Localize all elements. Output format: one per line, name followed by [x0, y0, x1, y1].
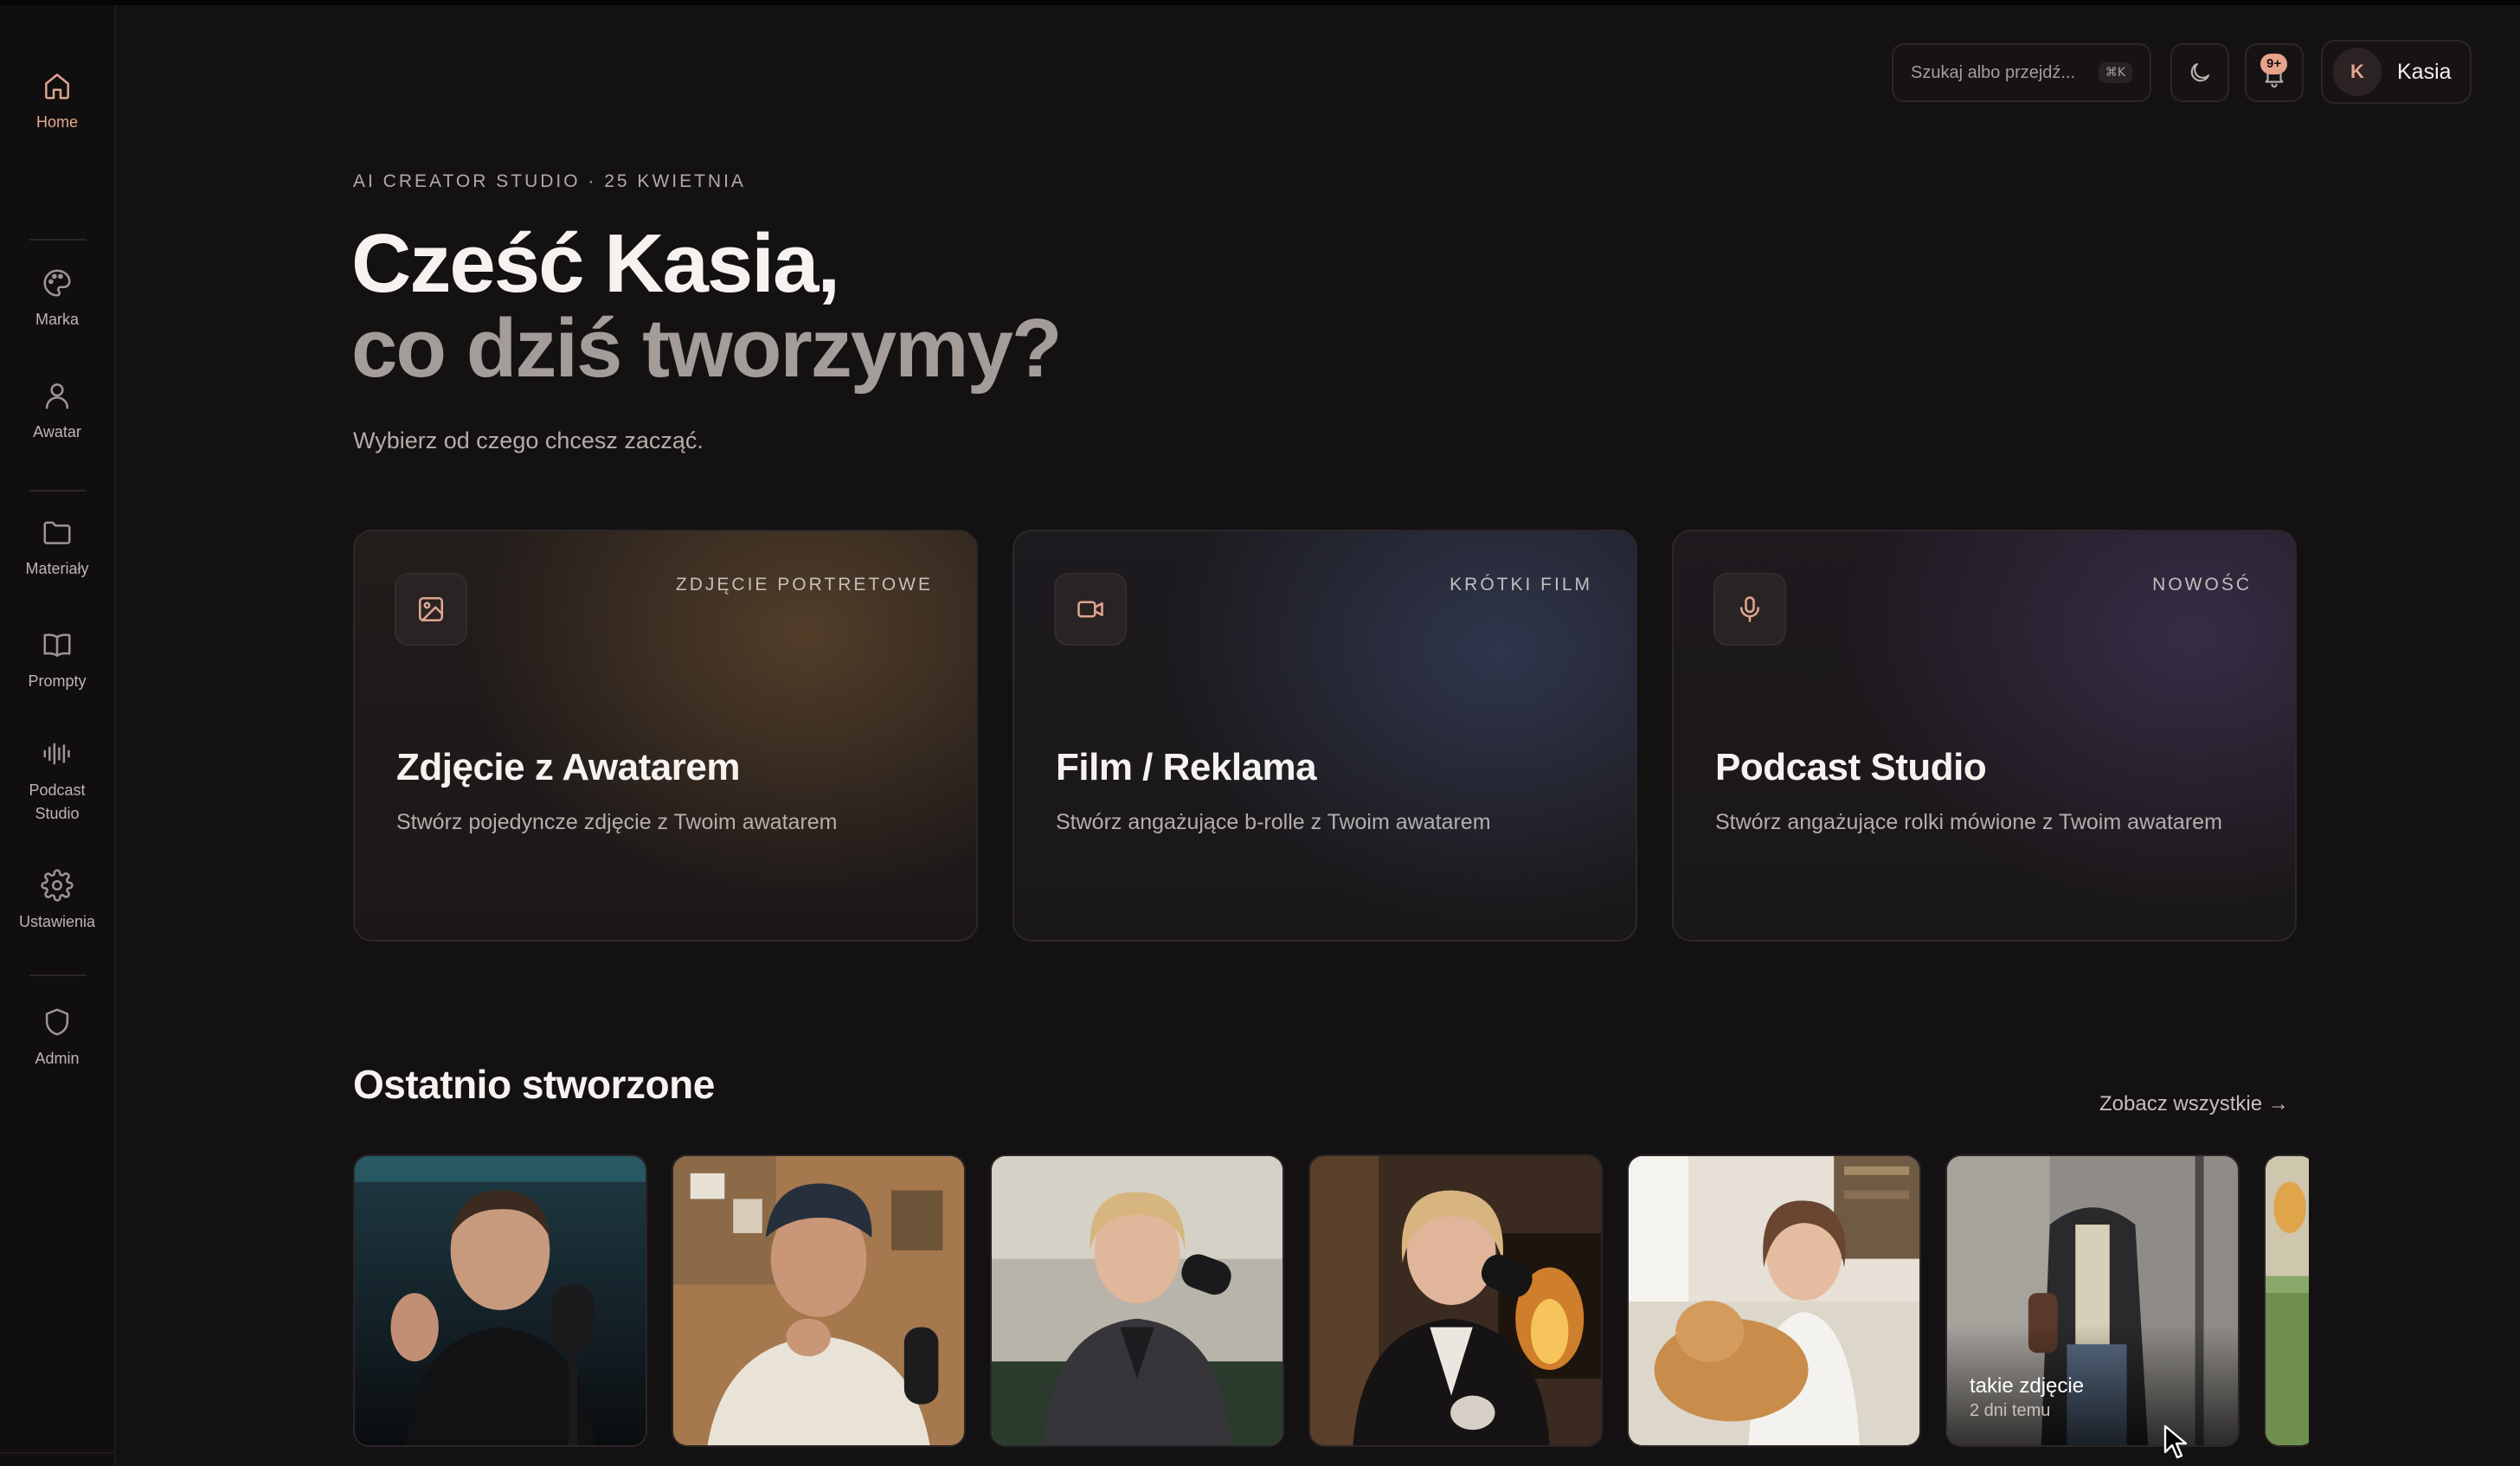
- search-shortcut-hint: ⌘K: [2098, 62, 2132, 83]
- sidebar-item-label: Podcast Studio: [29, 781, 86, 822]
- notifications-button[interactable]: 9+: [2245, 43, 2304, 102]
- home-icon: [45, 74, 69, 100]
- sidebar-item-home[interactable]: Home: [0, 69, 114, 134]
- recent-item-title: takie zdjęcie: [1970, 1374, 2085, 1398]
- theme-toggle-button[interactable]: [2170, 43, 2229, 102]
- user-name: Kasia: [2397, 59, 2452, 84]
- recent-item[interactable]: [990, 1154, 1284, 1447]
- sidebar-bottom-divider: [0, 1452, 114, 1454]
- thumbnail-image: [1629, 1156, 1919, 1445]
- recent-item[interactable]: [1627, 1154, 1921, 1447]
- notifications-badge: 9+: [2260, 54, 2288, 74]
- user-icon: [45, 383, 69, 409]
- sidebar-item-podcast-studio[interactable]: Podcast Studio: [0, 737, 114, 826]
- sidebar: Home Marka Awatar Materiały Prompty Podc…: [0, 5, 116, 1466]
- recent-item[interactable]: [2264, 1154, 2309, 1447]
- video-camera-icon: [1077, 601, 1103, 618]
- user-menu-button[interactable]: K Kasia: [2321, 40, 2472, 104]
- sidebar-item-label: Home: [35, 113, 78, 131]
- gear-icon: [41, 869, 74, 902]
- recent-item[interactable]: [1308, 1154, 1603, 1447]
- folder-icon: [43, 521, 71, 544]
- recent-item[interactable]: [353, 1154, 647, 1447]
- sidebar-item-label: Prompty: [28, 672, 87, 690]
- sidebar-item-label: Ustawienia: [18, 913, 96, 930]
- sidebar-divider: [29, 974, 87, 976]
- create-card-podcast[interactable]: NOWOŚĆ Podcast Studio Stwórz angażujące …: [1672, 530, 2297, 942]
- card-tag: ZDJĘCIE PORTRETOWE: [675, 575, 933, 595]
- page-eyebrow: AI CREATOR STUDIO · 25 KWIETNIA: [353, 171, 746, 191]
- avatar: K: [2333, 48, 2382, 96]
- card-description: Stwórz pojedyncze zdjęcie z Twoim awatar…: [396, 810, 838, 834]
- card-tag: KRÓTKI FILM: [1450, 575, 1592, 595]
- search-input[interactable]: Szukaj albo przejdź... ⌘K: [1892, 43, 2151, 102]
- thumbnail-image: [992, 1156, 1282, 1445]
- sidebar-item-label: Marka: [35, 311, 79, 328]
- image-icon: [418, 596, 444, 622]
- card-tag: NOWOŚĆ: [2152, 575, 2252, 595]
- card-title: Zdjęcie z Awatarem: [396, 746, 740, 788]
- thumbnail-image: [355, 1156, 646, 1445]
- sidebar-item-label: Materiały: [25, 560, 89, 577]
- microphone-icon: [1739, 596, 1760, 622]
- thumbnail-image: [2266, 1156, 2309, 1445]
- thumbnail-image: [1310, 1156, 1601, 1445]
- page-subtitle: Wybierz od czego chcesz zacząć.: [353, 428, 704, 453]
- section-title-recent: Ostatnio stworzone: [353, 1062, 715, 1107]
- shield-icon: [45, 1008, 69, 1036]
- moon-icon: [2190, 62, 2210, 82]
- recent-item-time: 2 dni temu: [1970, 1401, 2051, 1420]
- create-card-photo[interactable]: ZDJĘCIE PORTRETOWE Zdjęcie z Awatarem St…: [353, 530, 978, 942]
- card-icon-box: [1713, 573, 1786, 646]
- sidebar-item-ustawienia[interactable]: Ustawienia: [0, 869, 114, 934]
- window-top-edge: [0, 0, 2520, 5]
- card-description: Stwórz angażujące b-rolle z Twoim awatar…: [1056, 810, 1491, 834]
- recent-gallery: takie zdjęcie 2 dni temu: [353, 1154, 2309, 1449]
- book-icon: [43, 633, 71, 657]
- palette-icon: [43, 269, 71, 297]
- page-title: Cześć Kasia,: [351, 217, 840, 310]
- recent-item[interactable]: takie zdjęcie 2 dni temu: [1945, 1154, 2240, 1447]
- sidebar-item-marka[interactable]: Marka: [0, 267, 114, 331]
- search-placeholder: Szukaj albo przejdź...: [1911, 62, 2076, 82]
- sidebar-item-admin[interactable]: Admin: [0, 1006, 114, 1071]
- thumbnail-image: [673, 1156, 964, 1445]
- create-card-film[interactable]: KRÓTKI FILM Film / Reklama Stwórz angażu…: [1012, 530, 1637, 942]
- sidebar-divider: [29, 239, 87, 241]
- sidebar-item-materialy[interactable]: Materiały: [0, 516, 114, 581]
- sidebar-divider: [29, 490, 87, 492]
- card-description: Stwórz angażujące rolki mówione z Twoim …: [1715, 810, 2222, 834]
- sidebar-item-prompty[interactable]: Prompty: [0, 628, 114, 693]
- sidebar-item-label: Admin: [35, 1050, 80, 1067]
- sidebar-item-awatar[interactable]: Awatar: [0, 379, 114, 444]
- see-all-link[interactable]: Zobacz wszystkie →: [2099, 1092, 2289, 1116]
- waveform-icon: [43, 743, 70, 765]
- card-icon-box: [395, 573, 467, 646]
- card-title: Film / Reklama: [1056, 746, 1317, 788]
- recent-item[interactable]: [672, 1154, 966, 1447]
- mouse-cursor: [2163, 1424, 2188, 1459]
- sidebar-item-label: Awatar: [33, 423, 81, 440]
- page-title-secondary: co dziś tworzymy?: [351, 302, 1062, 395]
- card-title: Podcast Studio: [1715, 746, 1987, 788]
- card-icon-box: [1054, 573, 1127, 646]
